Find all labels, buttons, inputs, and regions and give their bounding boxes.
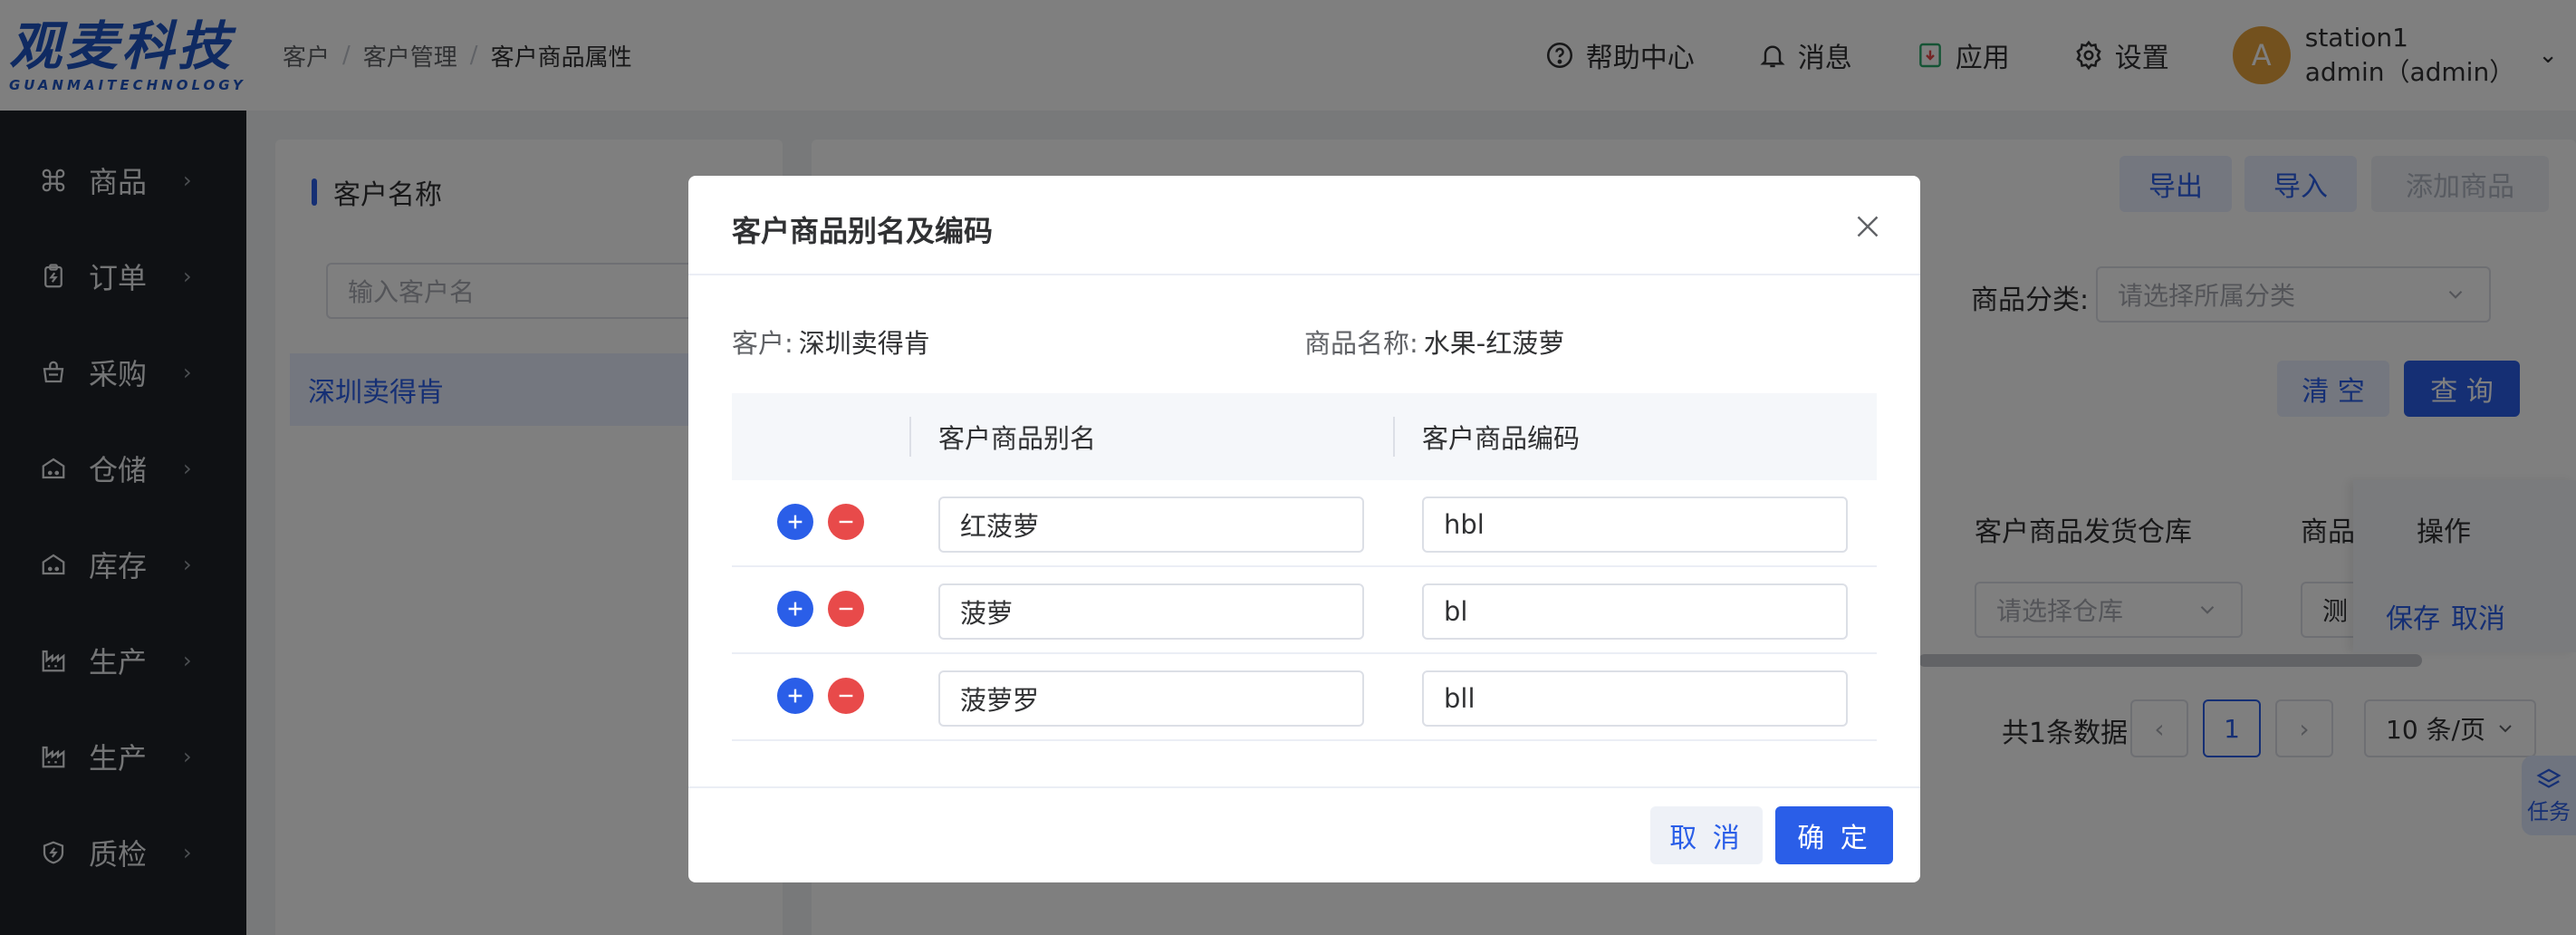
remove-row-button[interactable] (828, 504, 864, 540)
dialog-header-divider (688, 274, 1920, 275)
product-name-label: 商品名称: (1304, 328, 1418, 359)
plus-icon (788, 689, 803, 703)
remove-row-button[interactable] (828, 591, 864, 627)
minus-icon (839, 694, 853, 698)
dialog-footer-divider (688, 786, 1920, 788)
alias-code-table: 客户商品别名 客户商品编码 红菠萝 hbl 菠萝 bl 菠萝罗 bll (732, 393, 1877, 741)
column-header-code: 客户商品编码 (1422, 423, 1581, 454)
table-row: 菠萝罗 bll (732, 654, 1877, 741)
column-header-alias: 客户商品别名 (938, 423, 1097, 454)
row-actions (777, 678, 879, 714)
alias-table-header: 客户商品别名 客户商品编码 (732, 393, 1877, 480)
column-separator (909, 417, 911, 457)
alias-input[interactable]: 菠萝罗 (938, 670, 1364, 727)
customer-value: 深圳卖得肯 (798, 328, 930, 359)
plus-icon (788, 515, 803, 529)
table-row: 红菠萝 hbl (732, 480, 1877, 567)
alias-input[interactable]: 菠萝 (938, 583, 1364, 640)
table-row: 菠萝 bl (732, 567, 1877, 654)
add-row-button[interactable] (777, 591, 813, 627)
dialog-product-info: 商品名称: 水果-红菠萝 (1304, 323, 1564, 361)
code-input[interactable]: hbl (1422, 496, 1848, 553)
column-separator (1393, 417, 1395, 457)
add-row-button[interactable] (777, 678, 813, 714)
plus-icon (788, 602, 803, 616)
code-input[interactable]: bl (1422, 583, 1848, 640)
alias-input[interactable]: 红菠萝 (938, 496, 1364, 553)
code-input[interactable]: bll (1422, 670, 1848, 727)
add-row-button[interactable] (777, 504, 813, 540)
minus-icon (839, 520, 853, 524)
row-actions (777, 504, 879, 540)
confirm-button[interactable]: 确 定 (1775, 806, 1893, 864)
cancel-button[interactable]: 取 消 (1650, 806, 1763, 864)
remove-row-button[interactable] (828, 678, 864, 714)
dialog-customer-info: 客户: 深圳卖得肯 (732, 323, 930, 361)
row-actions (777, 591, 879, 627)
close-icon[interactable] (1851, 210, 1884, 243)
dialog-title: 客户商品别名及编码 (732, 214, 994, 248)
product-name-value: 水果-红菠萝 (1423, 328, 1565, 359)
alias-code-dialog: 客户商品别名及编码 客户: 深圳卖得肯 商品名称: 水果-红菠萝 客户商品别名 … (688, 176, 1920, 882)
minus-icon (839, 607, 853, 611)
customer-label: 客户: (732, 328, 793, 359)
